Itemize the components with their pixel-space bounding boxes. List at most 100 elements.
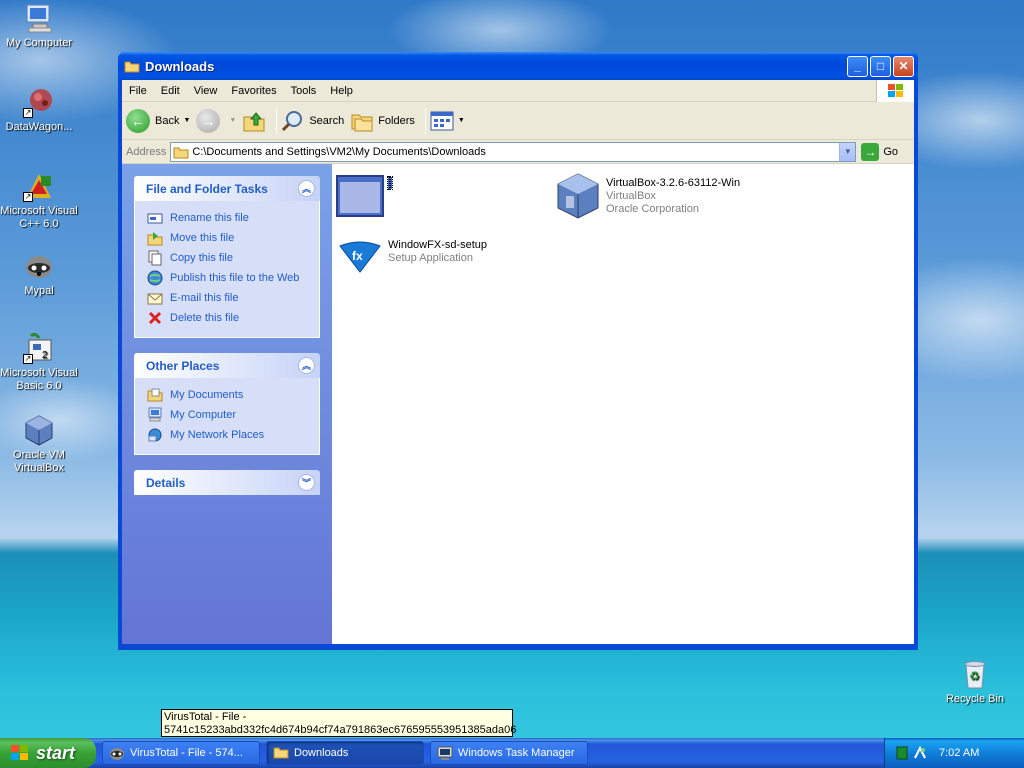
taskbar-button-label: Windows Task Manager [458, 747, 575, 759]
task-move[interactable]: Move this file [147, 228, 309, 248]
start-label: start [36, 742, 76, 763]
task-manager-icon [437, 746, 453, 760]
taskbar-button-virustotal[interactable]: VirusTotal - File - 574... [102, 741, 260, 765]
folder-icon [124, 61, 140, 73]
file-item-virtualbox[interactable]: VirtualBox-3.2.6-63112-Win VirtualBox Or… [554, 172, 740, 220]
desktop-icon-visual-basic[interactable]: 2 ↗ Microsoft Visual Basic 6.0 [0, 332, 78, 393]
folders-button[interactable]: Folders [350, 109, 415, 133]
forward-dropdown-icon[interactable]: ▼ [229, 117, 236, 124]
taskbar-tooltip: VirusTotal - File - 5741c15233abd332fc4d… [161, 709, 516, 737]
go-button[interactable]: → Go [861, 142, 898, 161]
views-button[interactable]: ▼ [430, 110, 465, 132]
system-tray: 7:02 AM [884, 738, 1024, 768]
my-computer-icon [148, 407, 162, 422]
recycle-bin-icon: ♻ [959, 658, 991, 690]
collapse-chevron-icon[interactable]: ︽ [298, 180, 315, 197]
menu-file[interactable]: File [122, 85, 154, 97]
desktop-icon-mypal[interactable]: Mypal [0, 250, 78, 298]
place-label: My Computer [170, 409, 237, 421]
start-button[interactable]: start [0, 738, 96, 768]
task-label: Rename this file [170, 212, 249, 224]
panel-title: Other Places [146, 358, 220, 373]
network-tray-icon[interactable] [913, 746, 927, 760]
up-folder-button[interactable] [242, 109, 266, 133]
back-button[interactable]: ← Back ▼ [126, 108, 190, 133]
menu-help[interactable]: Help [323, 85, 360, 97]
desktop-icon-label: Oracle VM VirtualBox [13, 449, 65, 474]
desktop-icon-visual-cpp[interactable]: ↗ Microsoft Visual C++ 6.0 [0, 170, 78, 231]
task-email[interactable]: E-mail this file [147, 288, 309, 308]
other-places-panel: Other Places ︽ My Documents My Computer … [134, 353, 320, 455]
toolbar-separator [276, 107, 278, 134]
place-my-computer[interactable]: My Computer [147, 405, 309, 425]
title-bar[interactable]: Downloads _ □ ✕ [118, 52, 918, 80]
close-button[interactable]: ✕ [893, 55, 914, 77]
place-my-network[interactable]: My Network Places [147, 425, 309, 445]
svg-text:fx: fx [352, 249, 363, 263]
menu-view[interactable]: View [187, 85, 225, 97]
desktop-icon-virtualbox[interactable]: Oracle VM VirtualBox [0, 414, 78, 475]
file-list[interactable]: ​ VirtualBox-3.2.6-63112-Win VirtualBox … [332, 164, 914, 644]
search-label: Search [309, 114, 345, 127]
taskbar-button-downloads[interactable]: Downloads [266, 741, 424, 765]
taskbar-button-task-manager[interactable]: Windows Task Manager [430, 741, 588, 765]
task-rename[interactable]: Rename this file [147, 208, 309, 228]
task-label: Copy this file [170, 252, 233, 264]
collapse-chevron-icon[interactable]: ︽ [298, 357, 315, 374]
task-delete[interactable]: Delete this file [147, 308, 309, 328]
panel-header[interactable]: Details ︾ [134, 470, 320, 495]
task-manager-tray-icon[interactable] [895, 746, 909, 760]
desktop-icon-label: Microsoft Visual Basic 6.0 [0, 367, 78, 392]
place-my-documents[interactable]: My Documents [147, 385, 309, 405]
my-computer-icon [23, 2, 55, 34]
file-folder-tasks-panel: File and Folder Tasks ︽ Rename this file… [134, 176, 320, 338]
globe-icon [147, 270, 163, 286]
network-places-icon [148, 428, 162, 442]
desktop-icon-recycle-bin[interactable]: ♻ Recycle Bin [936, 658, 1014, 706]
menu-favorites[interactable]: Favorites [224, 85, 283, 97]
folders-label: Folders [378, 114, 415, 127]
desktop-icon-label: Recycle Bin [945, 693, 1005, 705]
file-item-selected[interactable]: ​ [336, 172, 393, 220]
task-publish[interactable]: Publish this file to the Web [147, 268, 309, 288]
file-description: Setup Application [388, 252, 474, 264]
address-input[interactable]: C:\Documents and Settings\VM2\My Documen… [170, 141, 857, 162]
menu-edit[interactable]: Edit [154, 85, 187, 97]
folder-icon [173, 147, 189, 158]
place-label: My Documents [170, 389, 244, 401]
panel-body: My Documents My Computer My Network Plac… [134, 378, 320, 455]
virtualbox-installer-icon [557, 173, 599, 219]
task-copy[interactable]: Copy this file [147, 248, 309, 268]
folder-icon [273, 747, 289, 759]
back-arrow-icon: ← [126, 108, 150, 133]
panel-title: Details [146, 475, 186, 490]
views-dropdown-icon: ▼ [457, 117, 465, 124]
standard-toolbar: ← Back ▼ → ▼ Search Folders ▼ [122, 102, 914, 140]
clock[interactable]: 7:02 AM [939, 747, 979, 759]
minimize-button[interactable]: _ [847, 55, 868, 77]
desktop-icon-datawagon[interactable]: ↗ DataWagon... [0, 86, 78, 134]
desktop-icon-label: Mypal [24, 285, 54, 297]
maximize-button[interactable]: □ [870, 55, 891, 77]
menu-bar: File Edit View Favorites Tools Help [122, 80, 914, 102]
file-name: WindowFX-sd-setup [388, 239, 488, 251]
details-panel: Details ︾ [134, 470, 320, 495]
expand-chevron-icon[interactable]: ︾ [298, 474, 315, 491]
file-item-windowfx[interactable]: fx WindowFX-sd-setup Setup Application [336, 234, 487, 282]
blank-window-file-icon [336, 175, 384, 217]
desktop-icon-my-computer[interactable]: My Computer [0, 2, 78, 50]
shortcut-arrow-icon: ↗ [23, 192, 33, 202]
mypal-raccoon-icon [23, 250, 55, 282]
panel-body: Rename this file Move this file Copy thi… [134, 201, 320, 338]
search-button[interactable]: Search [281, 109, 344, 133]
forward-button[interactable]: → ▼ [196, 108, 236, 133]
place-label: My Network Places [170, 429, 265, 441]
task-pane: File and Folder Tasks ︽ Rename this file… [122, 164, 332, 644]
virtualbox-icon [23, 414, 55, 446]
panel-header[interactable]: File and Folder Tasks ︽ [134, 176, 320, 201]
back-dropdown-icon[interactable]: ▼ [183, 117, 190, 124]
panel-header[interactable]: Other Places ︽ [134, 353, 320, 378]
address-dropdown-button[interactable]: ▼ [839, 142, 856, 161]
menu-tools[interactable]: Tools [284, 85, 324, 97]
file-description: VirtualBox [606, 190, 656, 202]
